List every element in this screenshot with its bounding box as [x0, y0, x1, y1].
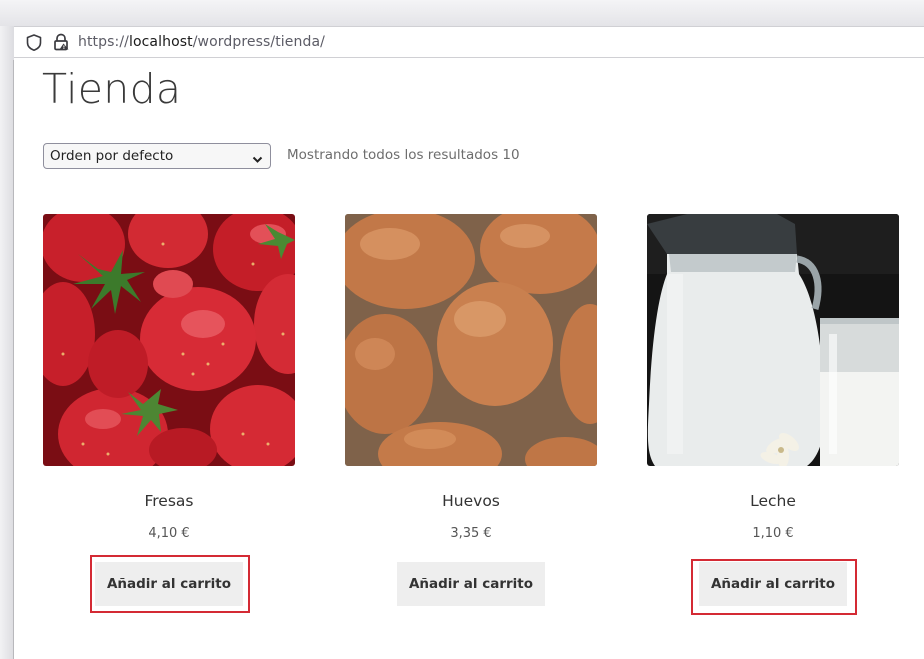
- product-price: 1,10 €: [752, 526, 794, 541]
- window-top-edge: [0, 0, 924, 26]
- url-path: /wordpress/tienda/: [192, 34, 325, 50]
- product-price: 4,10 €: [148, 526, 190, 541]
- product-price: 3,35 €: [450, 526, 492, 541]
- product-card-huevos: Huevos 3,35 € Añadir al carrito: [345, 214, 597, 606]
- highlight-box-fresas: [90, 555, 250, 613]
- shield-icon[interactable]: [25, 33, 43, 56]
- sort-selected-value: Orden por defecto: [50, 148, 174, 164]
- url-text[interactable]: https://localhost/wordpress/tienda/: [78, 34, 325, 50]
- highlight-box-leche: [691, 559, 857, 615]
- add-to-cart-button-huevos[interactable]: Añadir al carrito: [397, 562, 545, 606]
- product-image-fresas[interactable]: [43, 214, 295, 466]
- url-host: localhost: [128, 34, 193, 50]
- product-name[interactable]: Leche: [647, 492, 899, 510]
- chevron-down-icon: [252, 152, 263, 168]
- product-image-leche[interactable]: [647, 214, 899, 466]
- product-name[interactable]: Fresas: [43, 492, 295, 510]
- url-scheme: https://: [78, 34, 129, 50]
- product-image-huevos[interactable]: [345, 214, 597, 466]
- product-card-fresas: Fresas 4,10 € Añadir al carrito: [43, 214, 295, 606]
- window-left-edge: [0, 26, 14, 659]
- window-left-border: [13, 60, 14, 659]
- product-card-leche: Leche 1,10 € Añadir al carrito: [647, 214, 899, 606]
- result-count: Mostrando todos los resultados 10: [287, 147, 520, 163]
- sort-select[interactable]: Orden por defecto: [43, 143, 271, 169]
- product-name[interactable]: Huevos: [345, 492, 597, 510]
- address-bar[interactable]: https://localhost/wordpress/tienda/: [14, 26, 924, 58]
- page-title: Tienda: [42, 65, 182, 113]
- lock-icon[interactable]: [51, 32, 71, 56]
